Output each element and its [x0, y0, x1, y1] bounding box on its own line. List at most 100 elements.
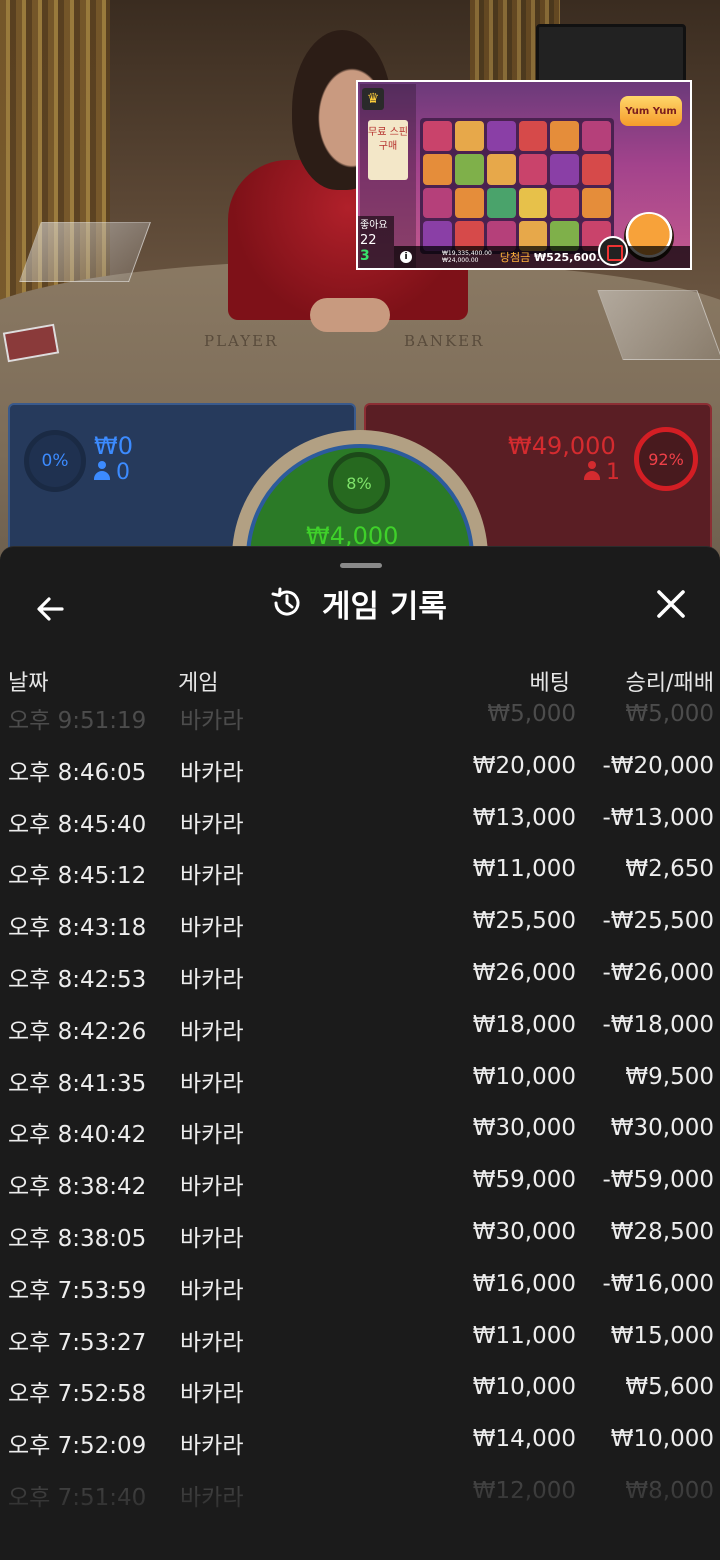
history-bet: ₩25,500 — [472, 908, 576, 935]
likes-count: 22 — [360, 233, 377, 248]
banker-count-value: 1 — [606, 460, 620, 485]
history-date: 오후 9:51:19 — [8, 708, 147, 734]
history-bet: ₩59,000 — [472, 1167, 576, 1194]
history-winloss: -₩13,000 — [602, 804, 714, 831]
history-date: 오후 8:38:42 — [8, 1174, 147, 1201]
history-bet: ₩18,000 — [472, 1011, 576, 1038]
slot-balance: ₩19,335,400.00 ₩24,000.00 — [442, 250, 492, 264]
history-game: 바카라 — [180, 863, 244, 890]
arrow-left-icon — [37, 597, 64, 621]
column-header-bet: 베팅 — [529, 671, 570, 696]
history-winloss: ₩5,000 — [625, 701, 714, 727]
history-winloss: ₩10,000 — [610, 1426, 714, 1453]
history-bet: ₩30,000 — [472, 1115, 576, 1142]
back-button[interactable] — [24, 583, 76, 635]
table-row[interactable]: 오후 8:45:12 바카라 ₩11,000 ₩2,650 — [0, 844, 720, 896]
history-game: 바카라 — [180, 915, 244, 942]
table-row[interactable]: 오후 8:45:40 바카라 ₩13,000 -₩13,000 — [0, 793, 720, 845]
history-winloss: -₩16,000 — [602, 1270, 714, 1297]
history-date: 오후 8:43:18 — [8, 915, 147, 942]
column-header-game: 게임 — [178, 671, 219, 696]
history-game: 바카라 — [180, 1174, 244, 1201]
history-bet: ₩10,000 — [472, 1374, 576, 1401]
table-row[interactable]: 오후 8:42:26 바카라 ₩18,000 -₩18,000 — [0, 1000, 720, 1052]
history-winloss: ₩28,500 — [610, 1219, 714, 1245]
stop-spin-button[interactable] — [598, 236, 628, 266]
table-row[interactable]: 오후 7:53:27 바카라 ₩11,000 ₩15,000 — [0, 1311, 720, 1363]
slot-balance-line2: ₩24,000.00 — [442, 257, 479, 264]
column-header-winloss: 승리/패배 — [625, 671, 714, 696]
history-date: 오후 8:42:53 — [8, 967, 147, 993]
history-bet: ₩5,000 — [487, 701, 576, 727]
trophy-icon[interactable]: ♛ — [362, 88, 384, 110]
player-bet-amount: ₩0 — [94, 432, 133, 460]
info-icon[interactable]: i — [400, 251, 412, 263]
person-icon — [94, 461, 110, 481]
slot-status-bar: i ₩19,335,400.00 ₩24,000.00 당첨금 ₩525,600… — [394, 246, 690, 268]
history-winloss: ₩2,650 — [625, 856, 714, 883]
page-title: 게임 기록 — [322, 588, 447, 625]
history-bet: ₩20,000 — [472, 752, 576, 779]
history-winloss: ₩15,000 — [610, 1322, 714, 1349]
history-game: 바카라 — [180, 759, 244, 786]
history-bet: ₩11,000 — [472, 856, 576, 883]
history-date: 오후 8:41:35 — [8, 1070, 147, 1097]
slot-reels — [420, 118, 614, 254]
history-date: 오후 8:46:05 — [8, 759, 147, 786]
table-row[interactable]: 오후 9:51:19 바카라 ₩5,000 ₩5,000 — [0, 699, 720, 741]
history-date: 오후 7:53:59 — [8, 1277, 147, 1304]
buy-free-spins-sign[interactable]: 무료 스핀 구매 — [368, 120, 408, 180]
column-header-date: 날짜 — [8, 671, 49, 696]
history-list[interactable]: 오후 9:51:19 바카라 ₩5,000 ₩5,000 오후 8:46:05 바카라 ₩2… — [0, 699, 720, 1519]
history-game: 바카라 — [180, 1070, 244, 1097]
game-history-sheet: 게임 기록 날짜 게임 베팅 승리/패배 오후 9:51:19 바카라 ₩5,000… — [0, 546, 720, 1560]
table-row[interactable]: 오후 7:52:58 바카라 ₩10,000 ₩5,600 — [0, 1362, 720, 1414]
history-date: 오후 7:53:27 — [8, 1329, 147, 1356]
table-row[interactable]: 오후 8:42:53 바카라 ₩26,000 -₩26,000 — [0, 948, 720, 1000]
close-icon — [657, 590, 685, 618]
table-row[interactable]: 오후 8:38:42 바카라 ₩59,000 -₩59,000 — [0, 1155, 720, 1207]
history-bet: ₩10,000 — [472, 1063, 576, 1090]
table-row[interactable]: 오후 8:43:18 바카라 ₩25,500 -₩25,500 — [0, 896, 720, 948]
history-game: 바카라 — [180, 1226, 244, 1252]
history-game: 바카라 — [180, 811, 244, 838]
win-label: 당첨금 — [499, 251, 531, 264]
felt-label-player: PLAYER — [204, 332, 279, 350]
history-bet: ₩11,000 — [472, 1322, 576, 1349]
history-bet: ₩13,000 — [472, 804, 576, 831]
table-row[interactable]: 오후 7:52:09 바카라 ₩14,000 ₩10,000 — [0, 1414, 720, 1466]
table-row[interactable]: 오후 8:41:35 바카라 ₩10,000 ₩9,500 — [0, 1052, 720, 1104]
close-button[interactable] — [644, 577, 698, 631]
dealer-hands — [310, 298, 390, 332]
history-winloss: -₩26,000 — [602, 960, 714, 986]
tie-percent-ring: 8% — [328, 452, 390, 514]
history-date: 오후 8:40:42 — [8, 1122, 147, 1149]
player-count-value: 0 — [116, 460, 130, 485]
banker-percent-ring: 92% — [634, 427, 698, 491]
player-bettor-count: 0 — [94, 460, 130, 485]
list-fade-overlay — [0, 1467, 720, 1557]
banker-bet-amount: ₩49,000 — [508, 432, 616, 460]
history-icon — [271, 587, 300, 616]
history-game: 바카라 — [180, 967, 244, 993]
history-bet: ₩26,000 — [472, 960, 576, 986]
table-row[interactable]: 오후 8:40:42 바카라 ₩30,000 ₩30,000 — [0, 1103, 720, 1155]
slot-game-popup[interactable]: ♛ 무료 스핀 구매 Yum Yum 좋아요 22 3 i ₩19,335,40… — [356, 80, 692, 270]
history-date: 오후 8:45:12 — [8, 863, 147, 890]
history-winloss: ₩30,000 — [610, 1115, 714, 1142]
table-row[interactable]: 오후 7:53:59 바카라 ₩16,000 -₩16,000 — [0, 1259, 720, 1311]
history-game: 바카라 — [180, 1329, 244, 1356]
history-date: 오후 7:52:58 — [8, 1381, 147, 1408]
history-date: 오후 8:38:05 — [8, 1226, 147, 1252]
table-row[interactable]: 오후 8:38:05 바카라 ₩30,000 ₩28,500 — [0, 1207, 720, 1259]
history-date: 오후 7:52:09 — [8, 1433, 147, 1460]
person-icon — [584, 461, 600, 481]
table-row[interactable]: 오후 8:46:05 바카라 ₩20,000 -₩20,000 — [0, 741, 720, 793]
history-game: 바카라 — [180, 1381, 244, 1408]
slot-balance-line1: ₩19,335,400.00 — [442, 250, 492, 257]
sheet-drag-handle[interactable] — [340, 563, 382, 568]
history-bet: ₩14,000 — [472, 1426, 576, 1453]
history-winloss: -₩20,000 — [602, 752, 714, 779]
history-bet: ₩16,000 — [472, 1270, 576, 1297]
history-game: 바카라 — [180, 1018, 244, 1045]
